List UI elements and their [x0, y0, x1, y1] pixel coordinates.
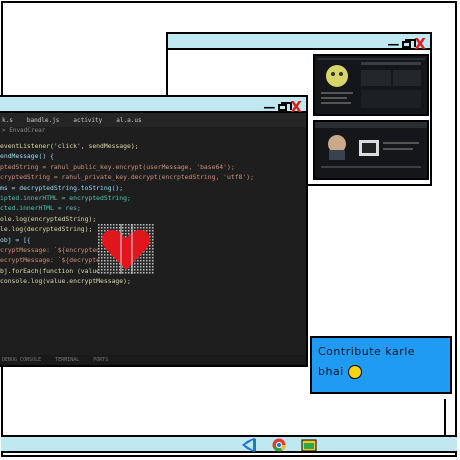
note-line: bhai: [318, 365, 344, 378]
vscode-icon[interactable]: [241, 438, 257, 452]
code-line[interactable]: cted.innerHTML = res;: [0, 203, 306, 213]
code-line[interactable]: endMessage() {: [0, 151, 306, 161]
maximize-button[interactable]: [278, 101, 293, 111]
code-line[interactable]: eventListener('click', sendMessage);: [0, 141, 306, 151]
browser-titlebar[interactable]: — X: [168, 34, 430, 53]
editor-tabs: k.s bandle.js activity al.a.us: [0, 113, 306, 127]
taskbar: [1, 435, 457, 453]
minimize-button[interactable]: —: [263, 100, 275, 114]
code-line[interactable]: console.log(value.encryptMessage);: [0, 276, 306, 286]
editor-tab[interactable]: activity: [73, 117, 102, 124]
editor-tab[interactable]: bandle.js: [27, 117, 60, 124]
window-edge: [444, 399, 458, 435]
smiley-icon: [347, 365, 362, 385]
breadcrumb[interactable]: > EnvadCrear: [0, 127, 306, 137]
editor-tab[interactable]: al.a.us: [116, 117, 141, 124]
chrome-icon[interactable]: [271, 438, 287, 452]
editor-tab[interactable]: k.s: [2, 117, 13, 124]
folder-icon[interactable]: [301, 438, 317, 452]
code-editor-window[interactable]: — X k.s bandle.js activity al.a.us > Env…: [0, 95, 308, 367]
project-screenshot-thumbnail[interactable]: [313, 120, 429, 180]
profile-screenshot-thumbnail[interactable]: [313, 54, 429, 116]
panel-tab[interactable]: DEBUG CONSOLE: [2, 357, 41, 363]
code-line[interactable]: cryptedString = rahul_private_key.decryp…: [0, 172, 306, 182]
code-line[interactable]: ptedString = rahul_public_key.encrypt(us…: [0, 162, 306, 172]
pixel-heart-image: [98, 224, 154, 274]
minimize-button[interactable]: —: [387, 37, 399, 51]
profile-page-image: [317, 58, 425, 108]
editor-titlebar[interactable]: — X: [0, 97, 306, 116]
panel-tab[interactable]: TERMINAL: [55, 357, 79, 363]
maximize-button[interactable]: [402, 38, 417, 48]
code-line[interactable]: ms = decryptedString.toString();: [0, 183, 306, 193]
sticky-note: Contribute karle bhai: [310, 336, 452, 394]
code-line[interactable]: ipted.innerHTML = encryptedString;: [0, 193, 306, 203]
panel-tab[interactable]: PORTS: [93, 357, 108, 363]
note-line: Contribute karle: [318, 345, 416, 358]
code-line[interactable]: ole.log(encryptedString);: [0, 214, 306, 224]
panel-tabs: DEBUG CONSOLE TERMINAL PORTS: [0, 355, 306, 365]
project-page-image: [315, 122, 427, 168]
